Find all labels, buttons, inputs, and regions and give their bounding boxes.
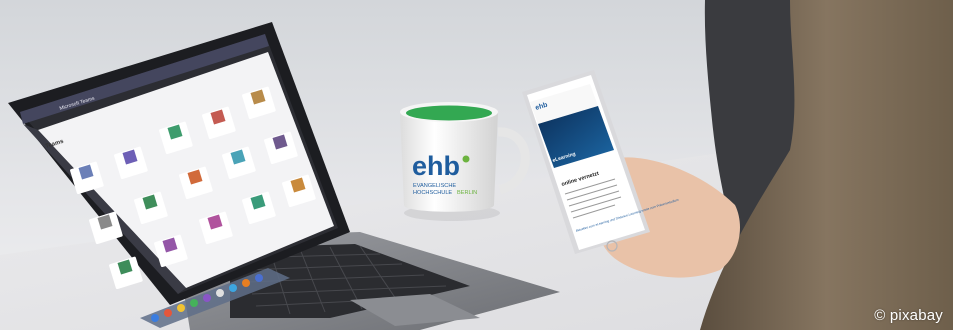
- mug-logo: ehb: [412, 151, 460, 181]
- mug-inner: [406, 105, 492, 121]
- mug-line-2: HOCHSCHULE: [413, 190, 452, 196]
- mug-logo-dot: [462, 155, 470, 163]
- photo-scene: Microsoft Teams Teams ehb EVANGELISCHE H…: [0, 0, 953, 330]
- photo: Microsoft Teams Teams ehb EVANGELISCHE H…: [0, 0, 953, 330]
- mug-line-1: EVANGELISCHE: [413, 183, 456, 189]
- person: [700, 0, 953, 330]
- mug-line-3: BERLIN: [457, 190, 477, 196]
- photo-credit: © pixabay: [874, 307, 943, 324]
